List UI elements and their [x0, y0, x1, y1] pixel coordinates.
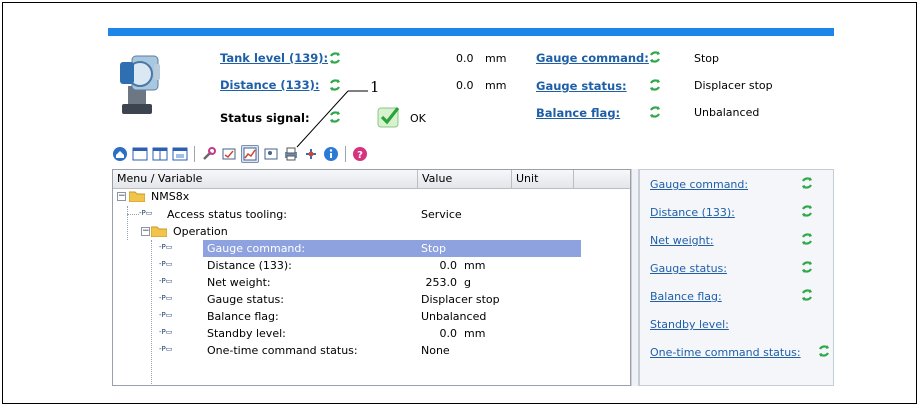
- row-value: Service: [421, 208, 462, 221]
- device-name: NMS8x: [151, 190, 190, 203]
- help-icon[interactable]: ?: [352, 146, 368, 162]
- row-name: One-time command status:: [207, 344, 358, 357]
- table-row[interactable]: -P▭ Gauge status: Displacer stop: [113, 291, 630, 308]
- parameter-grid: Menu / Variable Value Unit − NMS8x -P▭ A…: [112, 169, 631, 386]
- table-row[interactable]: -P▭ Access status tooling: Service: [113, 206, 630, 223]
- collapse-icon[interactable]: −: [141, 227, 150, 236]
- row-value: Stop: [421, 242, 447, 255]
- callout-number: 1: [370, 78, 380, 96]
- table-row[interactable]: -P▭ One-time command status: None: [113, 342, 630, 359]
- refresh-icon[interactable]: [800, 288, 814, 302]
- balance-flag-link[interactable]: Balance flag:: [536, 106, 620, 120]
- watch-item-link[interactable]: One-time command status:: [650, 346, 801, 359]
- watch-item-link[interactable]: Gauge status:: [650, 262, 727, 275]
- column-unit[interactable]: Unit: [516, 172, 538, 185]
- row-number: 0.0: [439, 327, 458, 340]
- tree-node-operation[interactable]: − Operation: [113, 223, 630, 240]
- row-number: 0.0: [439, 259, 458, 272]
- home-icon[interactable]: [112, 146, 128, 162]
- table-row[interactable]: -P▭ Balance flag: Unbalanced: [113, 308, 630, 325]
- gauge-command-link[interactable]: Gauge command:: [536, 51, 649, 65]
- row-name: Access status tooling:: [167, 208, 287, 221]
- watch-item-link[interactable]: Distance (133):: [650, 206, 735, 219]
- toolbar-separator: [194, 146, 195, 162]
- refresh-icon[interactable]: [800, 260, 814, 274]
- folder-open-icon: [129, 191, 145, 202]
- refresh-icon[interactable]: [800, 176, 814, 190]
- gauge-status-link[interactable]: Gauge status:: [536, 79, 627, 93]
- table-row[interactable]: -P▭ Net weight: 253.0 g: [113, 274, 630, 291]
- column-divider: [511, 170, 512, 188]
- operation-label: Operation: [173, 225, 228, 238]
- parameter-icon: -P▭: [159, 345, 173, 353]
- row-value: None: [421, 344, 450, 357]
- refresh-icon[interactable]: [648, 50, 662, 64]
- connect-icon[interactable]: [303, 146, 319, 162]
- column-divider: [417, 170, 418, 188]
- wrench-icon[interactable]: [201, 146, 217, 162]
- parameter-icon: -P▭: [159, 311, 173, 319]
- row-unit: g: [464, 276, 471, 289]
- parameter-icon: -P▭: [159, 243, 173, 251]
- print-icon[interactable]: [283, 146, 299, 162]
- profile-icon[interactable]: [263, 146, 279, 162]
- gauge-status-value: Displacer stop: [694, 79, 773, 92]
- column-menu-variable[interactable]: Menu / Variable: [117, 172, 202, 185]
- toolbar: ?: [108, 143, 834, 165]
- row-value: Unbalanced: [421, 310, 487, 323]
- chart-icon[interactable]: [241, 145, 259, 163]
- watch-item-link[interactable]: Net weight:: [650, 234, 714, 247]
- parameter-icon: -P▭: [139, 209, 153, 217]
- watch-item-link[interactable]: Standby level:: [650, 318, 729, 331]
- refresh-icon[interactable]: [648, 78, 662, 92]
- parameter-icon: -P▭: [159, 328, 173, 336]
- watch-item-link[interactable]: Balance flag:: [650, 290, 722, 303]
- grid-header: Menu / Variable Value Unit: [113, 170, 630, 189]
- refresh-icon[interactable]: [817, 344, 831, 358]
- svg-text:?: ?: [357, 150, 363, 161]
- table-row[interactable]: -P▭ Standby level: 0.0 mm: [113, 325, 630, 342]
- refresh-icon[interactable]: [800, 232, 814, 246]
- folder-open-icon: [151, 226, 167, 237]
- refresh-icon[interactable]: [800, 204, 814, 218]
- row-name: Balance flag:: [207, 310, 279, 323]
- row-name: Gauge command:: [207, 242, 306, 255]
- parameter-icon: -P▭: [159, 294, 173, 302]
- table-row[interactable]: -P▭ Distance (133): 0.0 mm: [113, 257, 630, 274]
- tree-node-device[interactable]: − NMS8x: [113, 188, 630, 205]
- row-value: Displacer stop: [421, 293, 500, 306]
- row-number: 253.0: [425, 276, 458, 289]
- collapse-icon[interactable]: −: [117, 192, 126, 201]
- refresh-icon[interactable]: [648, 105, 662, 119]
- view-icon[interactable]: [132, 146, 148, 162]
- pane-splitter[interactable]: [631, 169, 639, 386]
- row-name: Standby level:: [207, 327, 286, 340]
- watch-item-link[interactable]: Gauge command:: [650, 178, 748, 191]
- table-row[interactable]: -P▭ Gauge command: Stop: [113, 240, 630, 257]
- app-window: Tank level (139): 0.0 mm Distance (133):…: [108, 28, 834, 386]
- row-unit: mm: [464, 259, 486, 272]
- view-window-icon[interactable]: [172, 146, 188, 162]
- parameter-icon: -P▭: [159, 277, 173, 285]
- parameter-icon: -P▭: [159, 260, 173, 268]
- gauge-command-value: Stop: [694, 52, 720, 65]
- toolbar-separator: [345, 146, 346, 162]
- balance-flag-value: Unbalanced: [694, 106, 760, 119]
- row-name: Gauge status:: [207, 293, 284, 306]
- row-name: Distance (133):: [207, 259, 292, 272]
- view-split-icon[interactable]: [152, 146, 168, 162]
- info-icon[interactable]: [323, 146, 339, 162]
- form-icon[interactable]: [221, 146, 237, 162]
- column-divider: [573, 170, 574, 188]
- row-unit: mm: [464, 327, 486, 340]
- row-name: Net weight:: [207, 276, 271, 289]
- column-value[interactable]: Value: [422, 172, 452, 185]
- watch-panel: Gauge command: Distance (133): Net weight:…: [639, 169, 834, 386]
